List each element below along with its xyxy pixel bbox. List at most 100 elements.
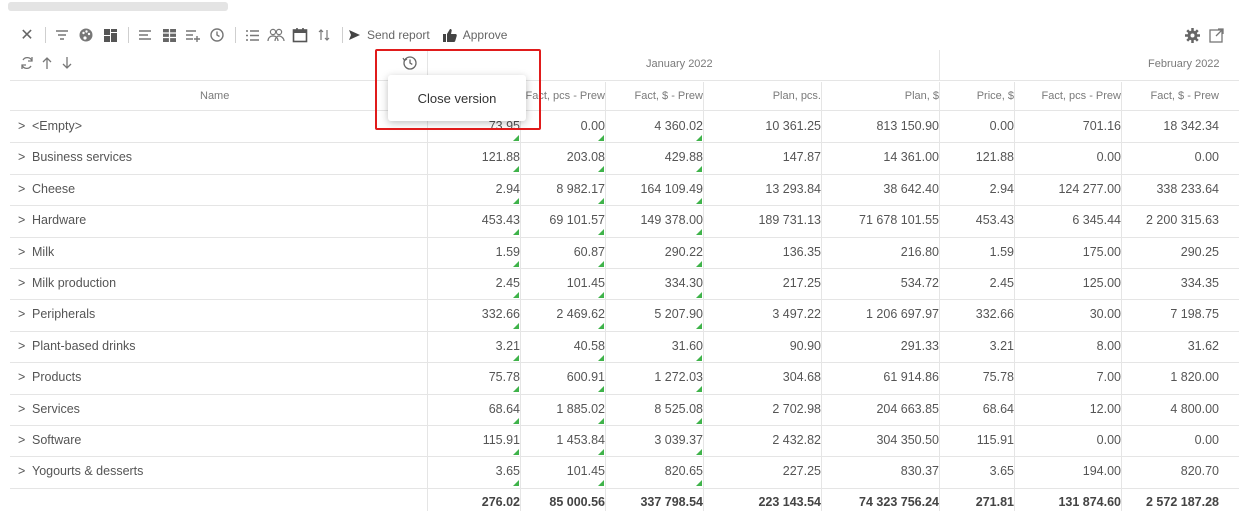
chevron-right-icon[interactable]: > <box>18 370 32 384</box>
cell-value[interactable]: 7.00 <box>1014 370 1129 384</box>
cell-value[interactable]: 332.66 <box>427 307 528 321</box>
cell-value[interactable]: 8.00 <box>1014 339 1129 353</box>
cell-value[interactable]: 4 360.02 <box>605 119 711 133</box>
cell-value[interactable]: 164 109.49 <box>605 182 711 196</box>
cell-value[interactable]: 830.37 <box>821 464 947 478</box>
cell-value[interactable]: 61 914.86 <box>821 370 947 384</box>
cell-value[interactable]: 2.45 <box>939 276 1022 290</box>
users-icon[interactable] <box>265 24 287 46</box>
chevron-right-icon[interactable]: > <box>18 464 32 478</box>
cell-value[interactable]: 0.00 <box>1014 433 1129 447</box>
cell-value[interactable]: 12.00 <box>1014 402 1129 416</box>
cell-value[interactable]: 31.62 <box>1121 339 1227 353</box>
table-row[interactable]: > Cheese <box>18 182 75 196</box>
cell-value[interactable]: 147.87 <box>703 150 829 164</box>
cell-value[interactable]: 90.90 <box>703 339 829 353</box>
cell-value[interactable]: 701.16 <box>1014 119 1129 133</box>
calendar-icon[interactable] <box>289 24 311 46</box>
column-name-header[interactable]: Name <box>200 90 229 102</box>
chevron-right-icon[interactable]: > <box>18 213 32 227</box>
arrow-up-icon[interactable] <box>38 52 56 74</box>
column-header[interactable]: Fact, pcs - Prew <box>1014 90 1129 102</box>
approve-button[interactable]: Approve <box>442 24 507 46</box>
cell-value[interactable]: 175.00 <box>1014 245 1129 259</box>
gear-icon[interactable] <box>1181 24 1203 46</box>
cell-value[interactable]: 0.00 <box>1121 150 1227 164</box>
cell-value[interactable]: 68.64 <box>427 402 528 416</box>
table-row[interactable]: > Milk production <box>18 276 116 290</box>
table-row[interactable]: > Products <box>18 370 81 384</box>
table-row[interactable]: > Software <box>18 433 81 447</box>
cell-value[interactable]: 338 233.64 <box>1121 182 1227 196</box>
filter-icon[interactable] <box>51 24 73 46</box>
column-header[interactable]: Price, $ <box>939 90 1022 102</box>
chevron-right-icon[interactable]: > <box>18 307 32 321</box>
cell-value[interactable]: 204 663.85 <box>821 402 947 416</box>
cell-value[interactable]: 290.22 <box>605 245 711 259</box>
chevron-right-icon[interactable]: > <box>18 182 32 196</box>
cell-value[interactable]: 2.45 <box>427 276 528 290</box>
cell-value[interactable]: 8 982.17 <box>520 182 613 196</box>
cell-value[interactable]: 334.30 <box>605 276 711 290</box>
external-icon[interactable] <box>1205 24 1227 46</box>
cell-value[interactable]: 14 361.00 <box>821 150 947 164</box>
cell-value[interactable]: 125.00 <box>1014 276 1129 290</box>
cell-value[interactable]: 217.25 <box>703 276 829 290</box>
chevron-right-icon[interactable]: > <box>18 245 32 259</box>
cell-value[interactable]: 1 453.84 <box>520 433 613 447</box>
cell-value[interactable]: 227.25 <box>703 464 829 478</box>
cell-value[interactable]: 534.72 <box>821 276 947 290</box>
cell-value[interactable]: 2 200 315.63 <box>1121 213 1227 227</box>
refresh-icon[interactable] <box>18 52 36 74</box>
cell-value[interactable]: 40.58 <box>520 339 613 353</box>
cell-value[interactable]: 2.94 <box>427 182 528 196</box>
list-icon[interactable] <box>241 24 263 46</box>
cell-value[interactable]: 194.00 <box>1014 464 1129 478</box>
table-row[interactable]: > Services <box>18 402 80 416</box>
table-row[interactable]: > Plant-based drinks <box>18 339 136 353</box>
chevron-right-icon[interactable]: > <box>18 433 32 447</box>
cell-value[interactable]: 69 101.57 <box>520 213 613 227</box>
column-header[interactable]: Fact, $ - Prew <box>605 90 711 102</box>
cell-value[interactable]: 6 345.44 <box>1014 213 1129 227</box>
cell-value[interactable]: 10 361.25 <box>703 119 829 133</box>
cell-value[interactable]: 429.88 <box>605 150 711 164</box>
cell-value[interactable]: 73.95 <box>427 119 528 133</box>
cell-value[interactable]: 600.91 <box>520 370 613 384</box>
cell-value[interactable]: 189 731.13 <box>703 213 829 227</box>
cell-value[interactable]: 0.00 <box>1014 150 1129 164</box>
cell-value[interactable]: 453.43 <box>427 213 528 227</box>
cell-value[interactable]: 4 800.00 <box>1121 402 1227 416</box>
history-icon[interactable] <box>206 24 228 46</box>
cell-value[interactable]: 68.64 <box>939 402 1022 416</box>
cell-value[interactable]: 203.08 <box>520 150 613 164</box>
cell-value[interactable]: 813 150.90 <box>821 119 947 133</box>
cell-value[interactable]: 291.33 <box>821 339 947 353</box>
cell-value[interactable]: 1 272.03 <box>605 370 711 384</box>
table-icon[interactable] <box>158 24 180 46</box>
close-version-tooltip[interactable]: Close version <box>388 75 526 121</box>
cell-value[interactable]: 3.21 <box>939 339 1022 353</box>
close-version-history-icon[interactable] <box>402 55 418 76</box>
cell-value[interactable]: 3 039.37 <box>605 433 711 447</box>
cell-value[interactable]: 820.65 <box>605 464 711 478</box>
palette-icon[interactable] <box>75 24 97 46</box>
arrow-down-icon[interactable] <box>58 52 76 74</box>
cell-value[interactable]: 75.78 <box>939 370 1022 384</box>
cell-value[interactable]: 115.91 <box>939 433 1022 447</box>
cell-value[interactable]: 0.00 <box>520 119 613 133</box>
cell-value[interactable]: 2 432.82 <box>703 433 829 447</box>
cell-value[interactable]: 0.00 <box>1121 433 1227 447</box>
cell-value[interactable]: 3.21 <box>427 339 528 353</box>
table-row[interactable]: > Yogourts & desserts <box>18 464 143 478</box>
cell-value[interactable]: 334.35 <box>1121 276 1227 290</box>
cell-value[interactable]: 136.35 <box>703 245 829 259</box>
rows-icon[interactable] <box>134 24 156 46</box>
close-icon[interactable]: ✕ <box>16 24 38 46</box>
cell-value[interactable]: 304 350.50 <box>821 433 947 447</box>
cell-value[interactable]: 30.00 <box>1014 307 1129 321</box>
column-header[interactable]: Plan, pcs. <box>703 90 829 102</box>
table-row[interactable]: > Hardware <box>18 213 86 227</box>
cell-value[interactable]: 1 885.02 <box>520 402 613 416</box>
cell-value[interactable]: 332.66 <box>939 307 1022 321</box>
